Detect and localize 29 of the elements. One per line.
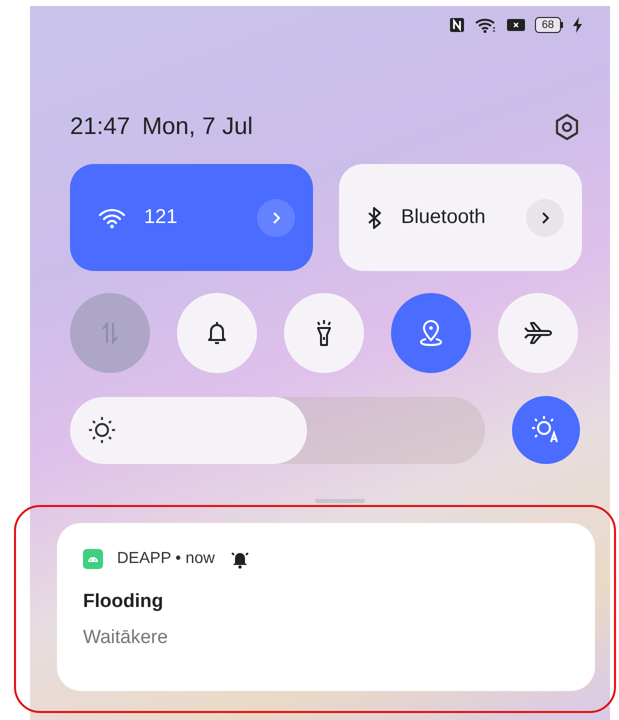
airplane-icon (523, 321, 553, 345)
nfc-icon (448, 17, 465, 33)
settings-icon[interactable] (554, 113, 580, 141)
notification-title: Flooding (83, 591, 164, 613)
wifi-tile[interactable]: 121 (70, 164, 313, 271)
battery-indicator: 68 (534, 17, 563, 33)
wifi-signal-icon (474, 17, 497, 33)
android-app-icon (83, 549, 103, 569)
clock-time: 21:47 (70, 113, 130, 141)
up-down-arrows-icon (100, 321, 120, 345)
location-pin-icon (418, 319, 444, 347)
sim-icon (506, 18, 525, 32)
tile-label: 121 (144, 206, 178, 229)
tile-label: Bluetooth (401, 206, 487, 229)
notification-body: Waitākere (83, 627, 169, 649)
auto-brightness-icon (531, 415, 561, 445)
app-name-time: DEAPP • now (117, 550, 215, 568)
date-text: Mon, 7 Jul (142, 113, 253, 141)
notification-card[interactable]: DEAPP • now Flooding Waitākere (57, 523, 595, 691)
bluetooth-icon (367, 206, 383, 230)
expand-chevron[interactable] (257, 198, 295, 236)
flashlight-icon (314, 319, 334, 347)
sun-icon (88, 416, 116, 444)
wifi-icon (98, 206, 126, 228)
bell-icon (206, 320, 228, 346)
chevron-right-icon (272, 212, 280, 224)
chevron-right-icon (541, 212, 549, 224)
expand-chevron[interactable] (526, 198, 564, 236)
bluetooth-tile[interactable]: Bluetooth (339, 164, 582, 271)
